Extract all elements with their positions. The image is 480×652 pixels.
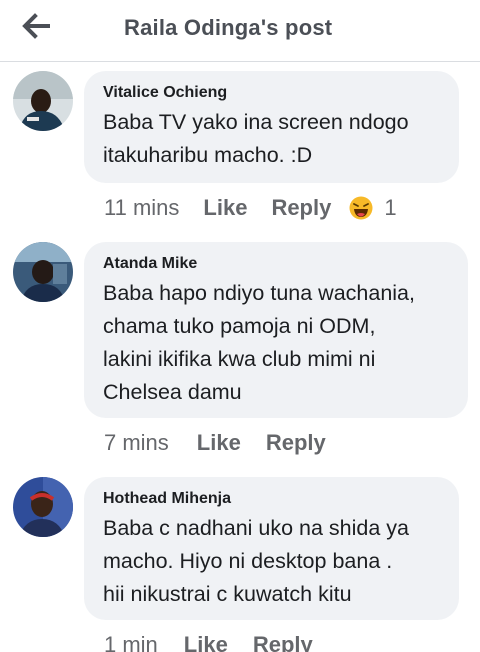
comment-time[interactable]: 11 mins — [104, 195, 179, 221]
like-button[interactable]: Like — [203, 195, 247, 221]
comment-author[interactable]: Hothead Mihenja — [103, 489, 441, 509]
comment-bubble: Vitalice Ochieng Baba TV yako ina screen… — [84, 71, 459, 183]
comment-text: Baba c nadhani uko na shida ya macho. Hi… — [103, 516, 410, 606]
comment-text: Baba hapo ndiyo tuna wachania, chama tuk… — [103, 281, 415, 404]
avatar[interactable] — [13, 242, 73, 302]
reply-button[interactable]: Reply — [253, 632, 313, 652]
comment-bubble: Atanda Mike Baba hapo ndiyo tuna wachani… — [84, 242, 468, 418]
like-button[interactable]: Like — [197, 430, 241, 456]
reply-button[interactable]: Reply — [266, 430, 326, 456]
reaction-summary[interactable]: 1 — [349, 195, 397, 221]
reaction-count: 1 — [384, 195, 397, 220]
like-button[interactable]: Like — [184, 632, 228, 652]
page-title: Raila Odinga's post — [124, 15, 333, 40]
top-bar: Raila Odinga's post — [0, 0, 480, 62]
avatar[interactable] — [13, 71, 73, 131]
comment-bubble: Hothead Mihenja Baba c nadhani uko na sh… — [84, 477, 459, 620]
avatar[interactable] — [13, 477, 73, 537]
comment-actions: 7 mins Like Reply — [104, 429, 326, 457]
comment-author[interactable]: Atanda Mike — [103, 254, 450, 274]
comment-actions: 1 min Like Reply — [104, 631, 313, 652]
laughing-emoji-icon — [349, 196, 373, 220]
back-arrow-icon[interactable] — [18, 10, 54, 42]
reply-button[interactable]: Reply — [271, 195, 331, 221]
comment-author[interactable]: Vitalice Ochieng — [103, 83, 441, 103]
comment-time[interactable]: 7 mins — [104, 430, 169, 456]
comment-text: Baba TV yako ina screen ndogo itakuharib… — [103, 110, 409, 167]
comment-time[interactable]: 1 min — [104, 632, 158, 652]
comment-actions: 11 mins Like Reply 1 — [104, 194, 397, 222]
